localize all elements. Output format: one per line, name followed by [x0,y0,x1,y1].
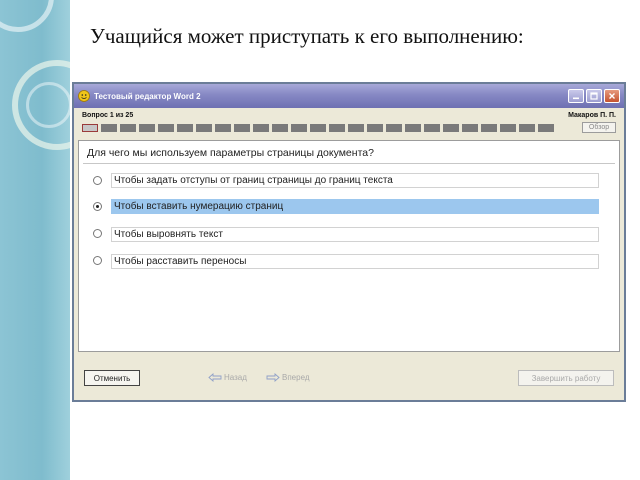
answer-option-2[interactable]: Чтобы вставить нумерацию страниц [111,199,599,214]
test-info-row: Вопрос 1 из 25 Макаров П. П. [82,112,616,122]
question-counter: Вопрос 1 из 25 [82,112,134,119]
decorative-ring [0,0,54,32]
answer-radio-4[interactable] [93,256,102,265]
progress-cell[interactable] [253,124,269,132]
arrow-left-icon [208,373,222,382]
answer-radio-1[interactable] [93,176,102,185]
answer-radio-3[interactable] [93,229,102,238]
progress-cell[interactable] [481,124,497,132]
progress-cell[interactable] [177,124,193,132]
minimize-icon [573,97,579,100]
progress-cell[interactable] [367,124,383,132]
answer-option-4[interactable]: Чтобы расставить переносы [111,254,599,269]
progress-cell[interactable] [120,124,136,132]
back-button[interactable]: Назад [208,373,247,382]
question-text: Для чего мы используем параметры страниц… [87,147,374,159]
maximize-button[interactable] [586,89,602,103]
progress-cell[interactable] [424,124,440,132]
window-titlebar[interactable]: Тестовый редактор Word 2 [74,84,624,108]
progress-cell[interactable] [272,124,288,132]
progress-cell[interactable] [329,124,345,132]
progress-cell[interactable] [101,124,117,132]
navigation-bar: Отменить Назад Вперед Завершить работу [74,370,624,388]
progress-cell[interactable] [158,124,174,132]
progress-cell[interactable] [405,124,421,132]
test-editor-window: Тестовый редактор Word 2 Вопрос 1 из 25 … [72,82,626,402]
progress-cell[interactable] [519,124,535,132]
slide-decoration-strip [0,0,70,480]
progress-cell[interactable] [462,124,478,132]
answer-radio-2[interactable] [93,202,102,211]
answer-option-3[interactable]: Чтобы выровнять текст [111,227,599,242]
cancel-button[interactable]: Отменить [84,370,140,386]
decorative-ring [26,82,70,128]
answer-option-1[interactable]: Чтобы задать отступы от границ страницы … [111,173,599,188]
forward-label: Вперед [282,373,310,382]
question-panel: Для чего мы используем параметры страниц… [78,140,620,352]
progress-cell[interactable] [500,124,516,132]
question-divider [83,163,615,164]
progress-cell[interactable] [538,124,554,132]
user-name: Макаров П. П. [568,112,616,119]
back-label: Назад [224,373,247,382]
progress-cell[interactable] [82,124,98,132]
close-button[interactable] [604,89,620,103]
progress-cell[interactable] [310,124,326,132]
close-icon [609,93,615,99]
progress-cell[interactable] [291,124,307,132]
progress-cell[interactable] [196,124,212,132]
progress-cell[interactable] [215,124,231,132]
arrow-right-icon [266,373,280,382]
window-title: Тестовый редактор Word 2 [94,91,201,101]
progress-cell[interactable] [386,124,402,132]
progress-cell[interactable] [139,124,155,132]
maximize-icon [590,92,598,100]
slide-title: Учащийся может приступать к его выполнен… [90,24,524,48]
review-button[interactable]: Обзор [582,122,616,133]
progress-cell[interactable] [234,124,250,132]
question-progress-bar [82,124,557,132]
finish-button[interactable]: Завершить работу [518,370,614,386]
progress-cell[interactable] [443,124,459,132]
app-icon [78,90,90,102]
forward-button[interactable]: Вперед [266,373,310,382]
progress-cell[interactable] [348,124,364,132]
minimize-button[interactable] [568,89,584,103]
